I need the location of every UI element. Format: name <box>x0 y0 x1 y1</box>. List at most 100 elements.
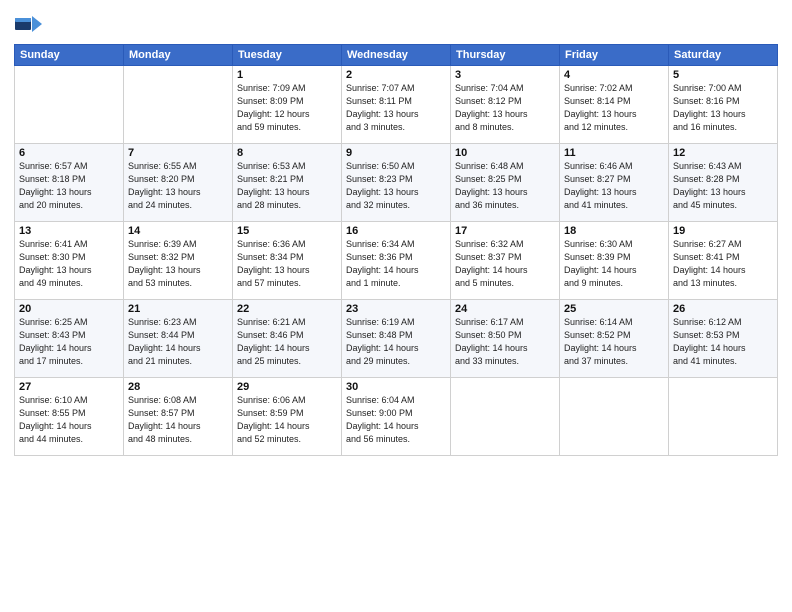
calendar-cell: 13Sunrise: 6:41 AM Sunset: 8:30 PM Dayli… <box>15 222 124 300</box>
day-info: Sunrise: 6:50 AM Sunset: 8:23 PM Dayligh… <box>346 160 446 212</box>
calendar-cell: 30Sunrise: 6:04 AM Sunset: 9:00 PM Dayli… <box>342 378 451 456</box>
day-number: 7 <box>128 147 228 159</box>
day-info: Sunrise: 7:02 AM Sunset: 8:14 PM Dayligh… <box>564 82 664 134</box>
calendar-cell: 19Sunrise: 6:27 AM Sunset: 8:41 PM Dayli… <box>669 222 778 300</box>
day-info: Sunrise: 6:34 AM Sunset: 8:36 PM Dayligh… <box>346 238 446 290</box>
day-number: 24 <box>455 303 555 315</box>
day-number: 15 <box>237 225 337 237</box>
day-info: Sunrise: 6:43 AM Sunset: 8:28 PM Dayligh… <box>673 160 773 212</box>
day-info: Sunrise: 6:08 AM Sunset: 8:57 PM Dayligh… <box>128 394 228 446</box>
day-info: Sunrise: 6:12 AM Sunset: 8:53 PM Dayligh… <box>673 316 773 368</box>
day-number: 13 <box>19 225 119 237</box>
page-header <box>14 10 778 38</box>
calendar-cell: 22Sunrise: 6:21 AM Sunset: 8:46 PM Dayli… <box>233 300 342 378</box>
day-number: 18 <box>564 225 664 237</box>
calendar-cell: 14Sunrise: 6:39 AM Sunset: 8:32 PM Dayli… <box>124 222 233 300</box>
day-number: 27 <box>19 381 119 393</box>
weekday-header: Friday <box>560 45 669 66</box>
day-number: 25 <box>564 303 664 315</box>
calendar-cell: 10Sunrise: 6:48 AM Sunset: 8:25 PM Dayli… <box>451 144 560 222</box>
weekday-header: Saturday <box>669 45 778 66</box>
day-info: Sunrise: 7:07 AM Sunset: 8:11 PM Dayligh… <box>346 82 446 134</box>
day-info: Sunrise: 6:32 AM Sunset: 8:37 PM Dayligh… <box>455 238 555 290</box>
day-number: 21 <box>128 303 228 315</box>
day-info: Sunrise: 6:06 AM Sunset: 8:59 PM Dayligh… <box>237 394 337 446</box>
day-number: 28 <box>128 381 228 393</box>
calendar-cell: 5Sunrise: 7:00 AM Sunset: 8:16 PM Daylig… <box>669 66 778 144</box>
day-info: Sunrise: 6:27 AM Sunset: 8:41 PM Dayligh… <box>673 238 773 290</box>
weekday-header: Sunday <box>15 45 124 66</box>
day-number: 2 <box>346 69 446 81</box>
weekday-header: Wednesday <box>342 45 451 66</box>
day-info: Sunrise: 6:55 AM Sunset: 8:20 PM Dayligh… <box>128 160 228 212</box>
day-info: Sunrise: 6:14 AM Sunset: 8:52 PM Dayligh… <box>564 316 664 368</box>
day-number: 8 <box>237 147 337 159</box>
calendar-cell: 12Sunrise: 6:43 AM Sunset: 8:28 PM Dayli… <box>669 144 778 222</box>
day-info: Sunrise: 6:19 AM Sunset: 8:48 PM Dayligh… <box>346 316 446 368</box>
calendar-cell: 6Sunrise: 6:57 AM Sunset: 8:18 PM Daylig… <box>15 144 124 222</box>
day-info: Sunrise: 7:09 AM Sunset: 8:09 PM Dayligh… <box>237 82 337 134</box>
calendar-cell: 11Sunrise: 6:46 AM Sunset: 8:27 PM Dayli… <box>560 144 669 222</box>
day-number: 19 <box>673 225 773 237</box>
day-info: Sunrise: 6:57 AM Sunset: 8:18 PM Dayligh… <box>19 160 119 212</box>
calendar-week-row: 13Sunrise: 6:41 AM Sunset: 8:30 PM Dayli… <box>15 222 778 300</box>
calendar-cell: 26Sunrise: 6:12 AM Sunset: 8:53 PM Dayli… <box>669 300 778 378</box>
day-number: 10 <box>455 147 555 159</box>
day-info: Sunrise: 6:21 AM Sunset: 8:46 PM Dayligh… <box>237 316 337 368</box>
day-number: 5 <box>673 69 773 81</box>
calendar-cell: 20Sunrise: 6:25 AM Sunset: 8:43 PM Dayli… <box>15 300 124 378</box>
day-info: Sunrise: 7:04 AM Sunset: 8:12 PM Dayligh… <box>455 82 555 134</box>
calendar-cell: 24Sunrise: 6:17 AM Sunset: 8:50 PM Dayli… <box>451 300 560 378</box>
logo-icon <box>14 10 42 38</box>
weekday-header: Tuesday <box>233 45 342 66</box>
calendar-cell <box>451 378 560 456</box>
day-number: 17 <box>455 225 555 237</box>
day-number: 4 <box>564 69 664 81</box>
calendar-header-row: SundayMondayTuesdayWednesdayThursdayFrid… <box>15 45 778 66</box>
day-number: 23 <box>346 303 446 315</box>
day-number: 9 <box>346 147 446 159</box>
calendar-week-row: 20Sunrise: 6:25 AM Sunset: 8:43 PM Dayli… <box>15 300 778 378</box>
day-number: 3 <box>455 69 555 81</box>
calendar-table: SundayMondayTuesdayWednesdayThursdayFrid… <box>14 44 778 456</box>
day-number: 1 <box>237 69 337 81</box>
day-number: 29 <box>237 381 337 393</box>
day-info: Sunrise: 6:04 AM Sunset: 9:00 PM Dayligh… <box>346 394 446 446</box>
calendar-cell: 29Sunrise: 6:06 AM Sunset: 8:59 PM Dayli… <box>233 378 342 456</box>
calendar-cell: 25Sunrise: 6:14 AM Sunset: 8:52 PM Dayli… <box>560 300 669 378</box>
calendar-cell: 28Sunrise: 6:08 AM Sunset: 8:57 PM Dayli… <box>124 378 233 456</box>
calendar-cell: 27Sunrise: 6:10 AM Sunset: 8:55 PM Dayli… <box>15 378 124 456</box>
calendar-week-row: 1Sunrise: 7:09 AM Sunset: 8:09 PM Daylig… <box>15 66 778 144</box>
logo <box>14 10 46 38</box>
day-number: 30 <box>346 381 446 393</box>
calendar-week-row: 6Sunrise: 6:57 AM Sunset: 8:18 PM Daylig… <box>15 144 778 222</box>
day-info: Sunrise: 6:30 AM Sunset: 8:39 PM Dayligh… <box>564 238 664 290</box>
calendar-cell: 16Sunrise: 6:34 AM Sunset: 8:36 PM Dayli… <box>342 222 451 300</box>
calendar-cell: 17Sunrise: 6:32 AM Sunset: 8:37 PM Dayli… <box>451 222 560 300</box>
day-info: Sunrise: 6:41 AM Sunset: 8:30 PM Dayligh… <box>19 238 119 290</box>
day-info: Sunrise: 6:36 AM Sunset: 8:34 PM Dayligh… <box>237 238 337 290</box>
day-info: Sunrise: 6:23 AM Sunset: 8:44 PM Dayligh… <box>128 316 228 368</box>
day-info: Sunrise: 6:46 AM Sunset: 8:27 PM Dayligh… <box>564 160 664 212</box>
calendar-cell: 4Sunrise: 7:02 AM Sunset: 8:14 PM Daylig… <box>560 66 669 144</box>
calendar-cell: 1Sunrise: 7:09 AM Sunset: 8:09 PM Daylig… <box>233 66 342 144</box>
calendar-cell: 2Sunrise: 7:07 AM Sunset: 8:11 PM Daylig… <box>342 66 451 144</box>
day-number: 12 <box>673 147 773 159</box>
weekday-header: Monday <box>124 45 233 66</box>
weekday-header: Thursday <box>451 45 560 66</box>
day-info: Sunrise: 6:17 AM Sunset: 8:50 PM Dayligh… <box>455 316 555 368</box>
day-info: Sunrise: 7:00 AM Sunset: 8:16 PM Dayligh… <box>673 82 773 134</box>
day-info: Sunrise: 6:48 AM Sunset: 8:25 PM Dayligh… <box>455 160 555 212</box>
day-info: Sunrise: 6:25 AM Sunset: 8:43 PM Dayligh… <box>19 316 119 368</box>
day-number: 22 <box>237 303 337 315</box>
day-number: 20 <box>19 303 119 315</box>
day-number: 6 <box>19 147 119 159</box>
calendar-cell: 8Sunrise: 6:53 AM Sunset: 8:21 PM Daylig… <box>233 144 342 222</box>
day-info: Sunrise: 6:39 AM Sunset: 8:32 PM Dayligh… <box>128 238 228 290</box>
calendar-cell: 7Sunrise: 6:55 AM Sunset: 8:20 PM Daylig… <box>124 144 233 222</box>
day-number: 11 <box>564 147 664 159</box>
calendar-cell: 18Sunrise: 6:30 AM Sunset: 8:39 PM Dayli… <box>560 222 669 300</box>
calendar-cell <box>124 66 233 144</box>
calendar-cell: 15Sunrise: 6:36 AM Sunset: 8:34 PM Dayli… <box>233 222 342 300</box>
calendar-cell <box>669 378 778 456</box>
